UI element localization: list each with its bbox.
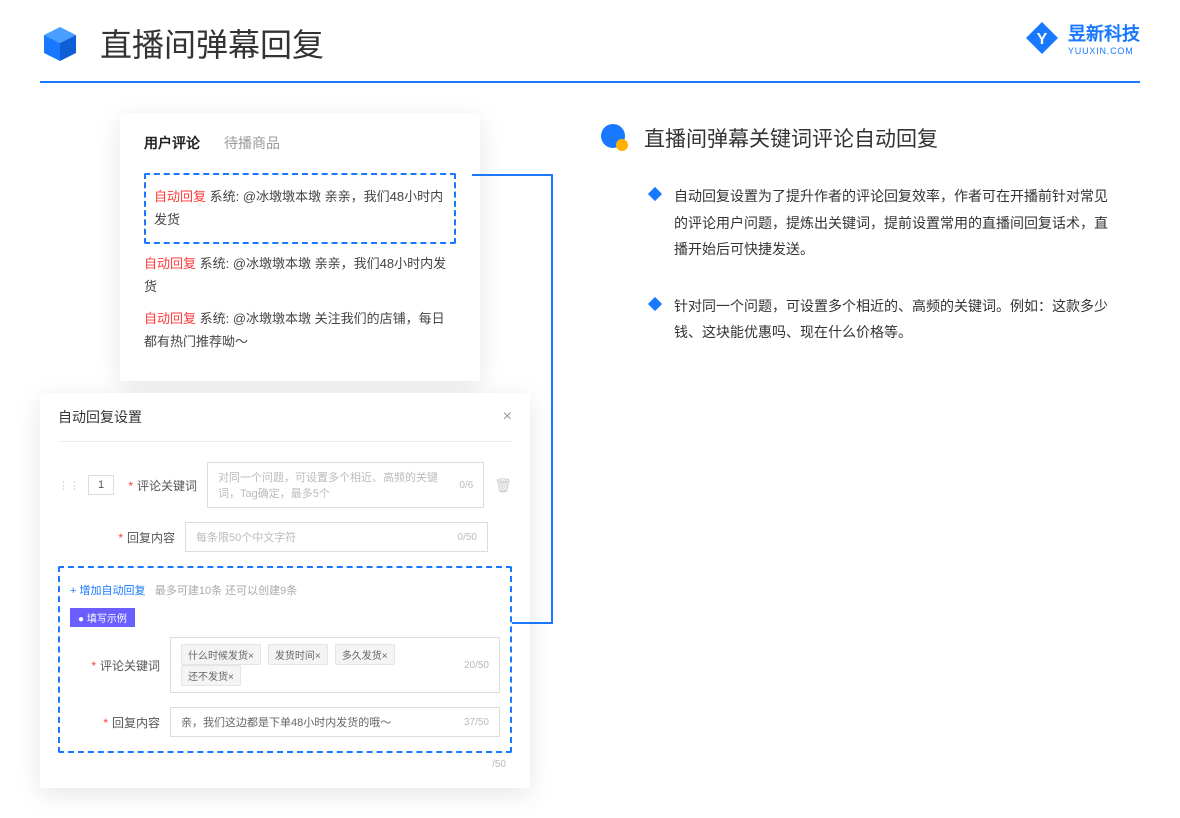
logo-name: 昱新科技 xyxy=(1068,20,1140,46)
add-auto-reply-link[interactable]: + 增加自动回复 xyxy=(70,585,145,597)
bullet-text: 针对同一个问题，可设置多个相近的、高频的关键词。例如：这款多少钱、这块能优惠吗、… xyxy=(674,293,1110,346)
content-input[interactable]: 每条限50个中文字符 0/50 xyxy=(185,522,488,552)
keyword-tag[interactable]: 什么时候发货× xyxy=(181,644,261,665)
diamond-bullet-icon xyxy=(648,187,662,201)
diamond-bullet-icon xyxy=(648,297,662,311)
content-label: *回复内容 xyxy=(100,529,175,546)
logo-subtitle: YUUXIN.COM xyxy=(1068,46,1140,56)
keyword-label: *评论关键词 xyxy=(122,477,197,494)
auto-reply-tag: 自动回复 xyxy=(144,256,196,271)
comment-row: 自动回复 系统: @冰墩墩本墩 关注我们的店铺，每日都有热门推荐呦～ xyxy=(144,307,456,354)
brand-logo: Y 昱新科技 YUUXIN.COM xyxy=(1024,20,1140,56)
auto-reply-tag: 自动回复 xyxy=(144,311,196,326)
example-content-label: *回复内容 xyxy=(70,714,160,731)
example-keyword-input[interactable]: 什么时候发货× 发货时间× 多久发货× 还不发货× 20/50 xyxy=(170,637,500,693)
example-content-input[interactable]: 亲，我们这边都是下单48小时内发货的哦～ 37/50 xyxy=(170,707,500,737)
cube-icon xyxy=(40,23,80,63)
example-badge: ● 填写示例 xyxy=(70,608,135,627)
bullet-text: 自动回复设置为了提升作者的评论回复效率，作者可在开播前针对常见的评论用户问题，提… xyxy=(674,183,1110,263)
bullet-item: 针对同一个问题，可设置多个相近的、高频的关键词。例如：这款多少钱、这块能优惠吗、… xyxy=(600,293,1130,346)
comments-panel: 用户评论 待播商品 自动回复 系统: @冰墩墩本墩 亲亲，我们48小时内发货 自… xyxy=(120,113,480,381)
logo-diamond-icon: Y xyxy=(1024,20,1060,56)
example-keyword-label: *评论关键词 xyxy=(70,657,160,674)
highlighted-comment: 自动回复 系统: @冰墩墩本墩 亲亲，我们48小时内发货 xyxy=(144,173,456,244)
keyword-tag[interactable]: 多久发货× xyxy=(335,644,395,665)
keyword-tag[interactable]: 还不发货× xyxy=(181,665,241,686)
auto-reply-settings-panel: 自动回复设置 × ⋮⋮ 1 *评论关键词 对同一个问题，可设置多个相近、高频的关… xyxy=(40,393,530,788)
row-number: 1 xyxy=(88,475,114,495)
auto-reply-tag: 自动回复 xyxy=(154,189,206,204)
char-count: /50 xyxy=(58,759,512,770)
page-title: 直播间弹幕回复 xyxy=(100,20,324,66)
section-title: 直播间弹幕关键词评论自动回复 xyxy=(644,123,938,153)
example-section: + 增加自动回复 最多可建10条 还可以创建9条 ● 填写示例 *评论关键词 什… xyxy=(58,566,512,753)
bubble-icon xyxy=(600,123,630,153)
bullet-item: 自动回复设置为了提升作者的评论回复效率，作者可在开播前针对常见的评论用户问题，提… xyxy=(600,183,1130,263)
comment-row: 自动回复 系统: @冰墩墩本墩 亲亲，我们48小时内发货 xyxy=(144,252,456,299)
keyword-input[interactable]: 对同一个问题，可设置多个相近、高频的关键词，Tag确定，最多5个 0/6 xyxy=(207,462,484,508)
tab-user-comments[interactable]: 用户评论 xyxy=(144,133,200,153)
panel-title: 自动回复设置 xyxy=(58,407,142,427)
tab-pending-goods[interactable]: 待播商品 xyxy=(224,133,280,153)
keyword-tag[interactable]: 发货时间× xyxy=(268,644,328,665)
svg-text:Y: Y xyxy=(1037,31,1048,48)
add-hint: 最多可建10条 还可以创建9条 xyxy=(155,585,297,597)
